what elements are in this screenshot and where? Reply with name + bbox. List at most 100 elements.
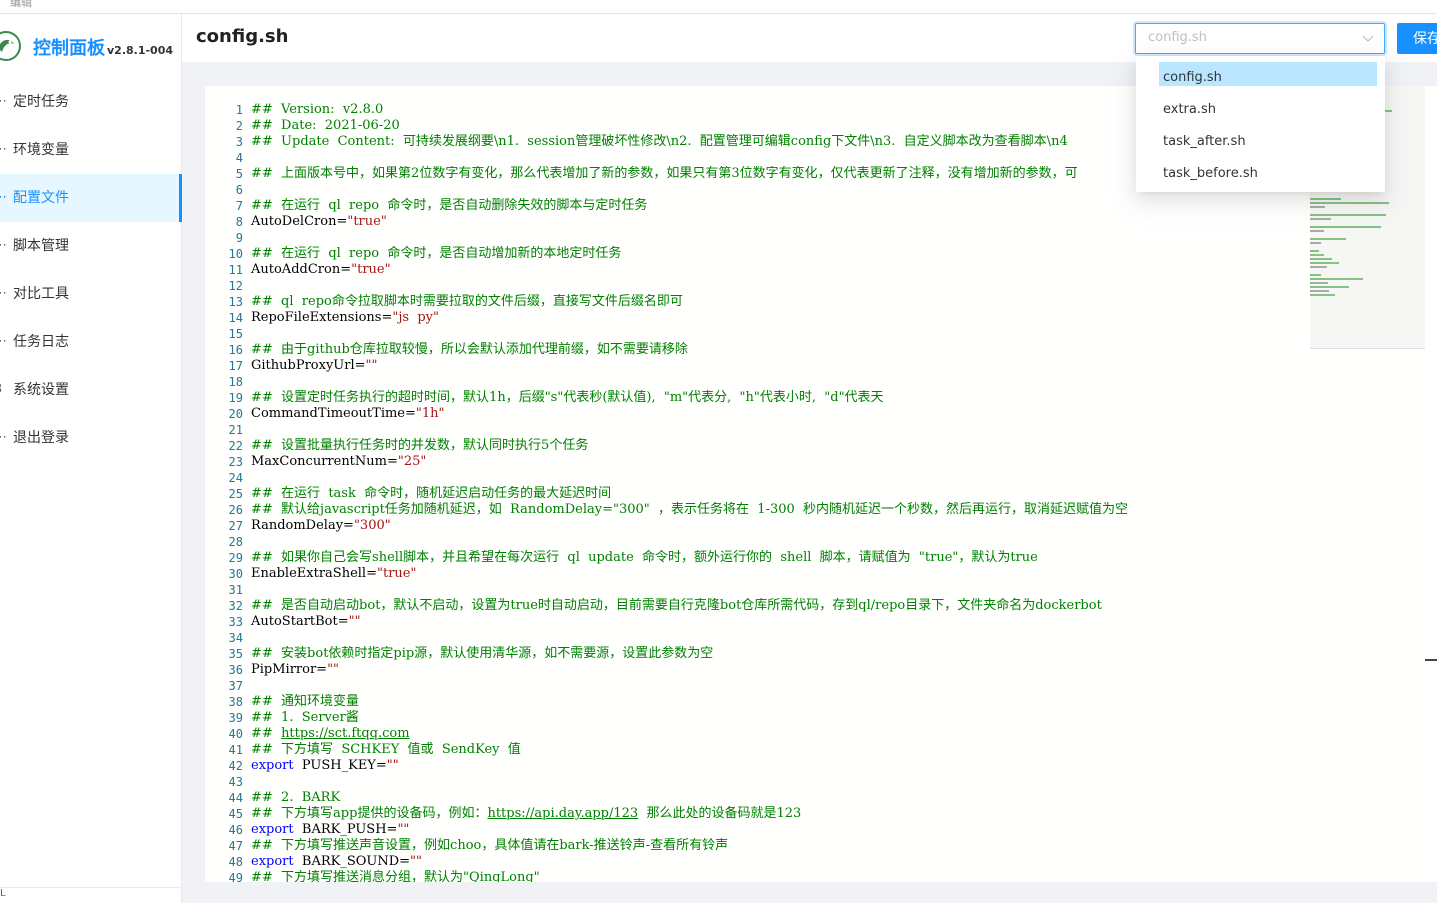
line-number: 48 [228, 855, 243, 869]
code-token: "25" [397, 454, 427, 469]
minimap-line [1310, 278, 1364, 280]
code-line: PipMirror="" [251, 662, 1311, 678]
minimap-line [1310, 226, 1382, 228]
code-line: export PUSH_KEY="" [251, 758, 1311, 774]
code-token[interactable]: https://api.day.app/123 [487, 806, 638, 821]
code-token: BARK_SOUND= [293, 854, 411, 869]
code-line: ## 通知环境变量 [251, 694, 1311, 710]
dropdown-option[interactable]: task_after.sh [1136, 126, 1385, 158]
code-token: "js py" [392, 310, 439, 325]
line-number: 8 [235, 215, 243, 229]
code-line: ## 如果你自己会写shell脚本，并且希望在每次运行 ql update 命令… [251, 550, 1311, 566]
sidebar-item-5[interactable]: ⋯ 任务日志 [0, 318, 182, 366]
sidebar-collapse-bar[interactable]: L [0, 887, 182, 903]
line-number: 12 [228, 279, 243, 293]
code-line: ## 1. Server酱 [251, 710, 1311, 726]
save-button[interactable]: 保存 [1397, 23, 1437, 54]
line-number: 31 [228, 583, 243, 597]
code-token: ## 在运行 task 命令时，随机延迟启动任务的最大延迟时间 [251, 486, 612, 501]
code-token[interactable]: https://sct.ftqq.com [281, 726, 410, 741]
line-number: 40 [228, 727, 243, 741]
minimap-line [1310, 294, 1336, 296]
code-token: ## Version: v2.8.0 [251, 102, 384, 117]
code-line: ## 在运行 task 命令时，随机延迟启动任务的最大延迟时间 [251, 486, 1311, 502]
file-icon: ⋯ [0, 190, 7, 205]
code-line: ## 由于github仓库拉取较慢，所以会默认添加代理前缀，如不需要请移除 [251, 342, 1311, 358]
line-number: 24 [228, 471, 243, 485]
minimap-line [1310, 242, 1321, 244]
line-number: 19 [228, 391, 243, 405]
code-line: ## ql repo命令拉取脚本时需要拉取的文件后缀，直接写文件后缀名即可 [251, 294, 1311, 310]
file-select[interactable]: config.sh [1135, 23, 1385, 54]
line-number: 23 [228, 455, 243, 469]
sidebar-item-6[interactable]: 3 系统设置 [0, 366, 182, 414]
code-token: AutoDelCron= [251, 214, 348, 229]
code-token: ## 在运行 ql repo 命令时，是否自动删除失效的脚本与定时任务 [251, 198, 648, 213]
minimap-line [1310, 214, 1386, 216]
code-token: "true" [351, 262, 391, 277]
dropdown-option[interactable]: task_before.sh [1136, 158, 1385, 190]
code-line: AutoStartBot="" [251, 614, 1311, 630]
sidebar-item-3[interactable]: ⋯ 脚本管理 [0, 222, 182, 270]
code-token: ## 在运行 ql repo 命令时，是否自动增加新的本地定时任务 [251, 246, 622, 261]
code-line: ## 是否自动启动bot，默认不启动，设置为true时自动启动，目前需要自行克隆… [251, 598, 1311, 614]
sidebar-item-4[interactable]: ⋯ 对比工具 [0, 270, 182, 318]
sidebar-menu: ⋯ 定时任务 ⋯ 环境变量 ⋯ 配置文件 ⋯ 脚本管理 ⋯ 对比工具 ⋯ 任务日志 3 系统设置 ⋯ 退出登录 [0, 78, 182, 462]
log-icon: ⋯ [0, 334, 7, 349]
script-icon: ⋯ [0, 238, 7, 253]
sidebar-item-label: 系统设置 [13, 382, 69, 398]
line-number: 10 [228, 247, 243, 261]
line-number: 45 [228, 807, 243, 821]
code-token: ## 如果你自己会写shell脚本，并且希望在每次运行 ql update 命令… [251, 550, 1038, 565]
code-line: AutoDelCron="true" [251, 214, 1311, 230]
code-line: ## 默认给javascript任务加随机延迟，如 RandomDelay="3… [251, 502, 1311, 518]
code-line: ## 下方填写推送声音设置，例如choo，具体值请在bark-推送铃声-查看所有… [251, 838, 1311, 854]
line-number: 2 [235, 119, 243, 133]
code-token: AutoAddCron= [251, 262, 352, 277]
code-token: PipMirror= [251, 662, 328, 677]
dropdown-option[interactable]: extra.sh [1136, 94, 1385, 126]
code-editor[interactable]: 1 2 3 4 5 6 7 8 9 10 11 12 13 14 15 16 17 18 19 20 21 22 23 24 2… [205, 86, 1437, 882]
sidebar-item-label: 配置文件 [13, 190, 69, 206]
code-line: ## 设置定时任务执行的超时时间，默认1h，后缀"s"代表秒(默认值), "m"… [251, 390, 1311, 406]
line-number: 34 [228, 631, 243, 645]
line-number: 35 [228, 647, 243, 661]
page-header: config.sh config.sh 保存 [182, 14, 1437, 62]
sidebar-item-label: 定时任务 [13, 94, 69, 110]
sidebar-item-2[interactable]: ⋯ 配置文件 [0, 174, 182, 222]
code-token: CommandTimeoutTime= [251, 406, 416, 421]
minimap-line [1310, 290, 1329, 292]
code-token: ## 设置定时任务执行的超时时间，默认1h，后缀"s"代表秒(默认值), "m"… [251, 390, 884, 405]
line-number: 5 [235, 167, 243, 181]
sidebar-item-0[interactable]: ⋯ 定时任务 [0, 78, 182, 126]
code-line: ## 设置批量执行任务时的并发数，默认同时执行5个任务 [251, 438, 1311, 454]
line-number: 44 [228, 791, 243, 805]
sidebar: 控制面板 v2.8.1-004 ⋯ 定时任务 ⋯ 环境变量 ⋯ 配置文件 ⋯ 脚本管理 ⋯ 对比工具… [0, 14, 182, 903]
code-content[interactable]: ## Version: v2.8.0 ## Date: 2021-06-20 ## … [251, 102, 1311, 882]
code-token: "" [410, 854, 423, 869]
line-number: 27 [228, 519, 243, 533]
code-token: "1h" [415, 406, 445, 421]
code-token: "true" [376, 566, 417, 581]
code-token: ## 由于github仓库拉取较慢，所以会默认添加代理前缀，如不需要请移除 [251, 342, 688, 357]
line-number: 49 [228, 871, 243, 882]
dropdown-option[interactable]: config.sh [1136, 62, 1385, 94]
scrollbar-marker[interactable] [1425, 659, 1437, 661]
sidebar-item-1[interactable]: ⋯ 环境变量 [0, 126, 182, 174]
sidebar-item-7[interactable]: ⋯ 退出登录 [0, 414, 182, 462]
code-token: "true" [347, 214, 387, 229]
code-line: AutoAddCron="true" [251, 262, 1311, 278]
minimap-line [1310, 286, 1349, 288]
code-token: ## 下方填写推送声音设置，例如choo，具体值请在bark-推送铃声-查看所有… [251, 838, 729, 853]
line-number: 18 [228, 375, 243, 389]
code-token: ## Date: 2021-06-20 [251, 118, 400, 133]
line-number: 22 [228, 439, 243, 453]
code-token: "" [397, 822, 410, 837]
code-line: MaxConcurrentNum="25" [251, 454, 1311, 470]
